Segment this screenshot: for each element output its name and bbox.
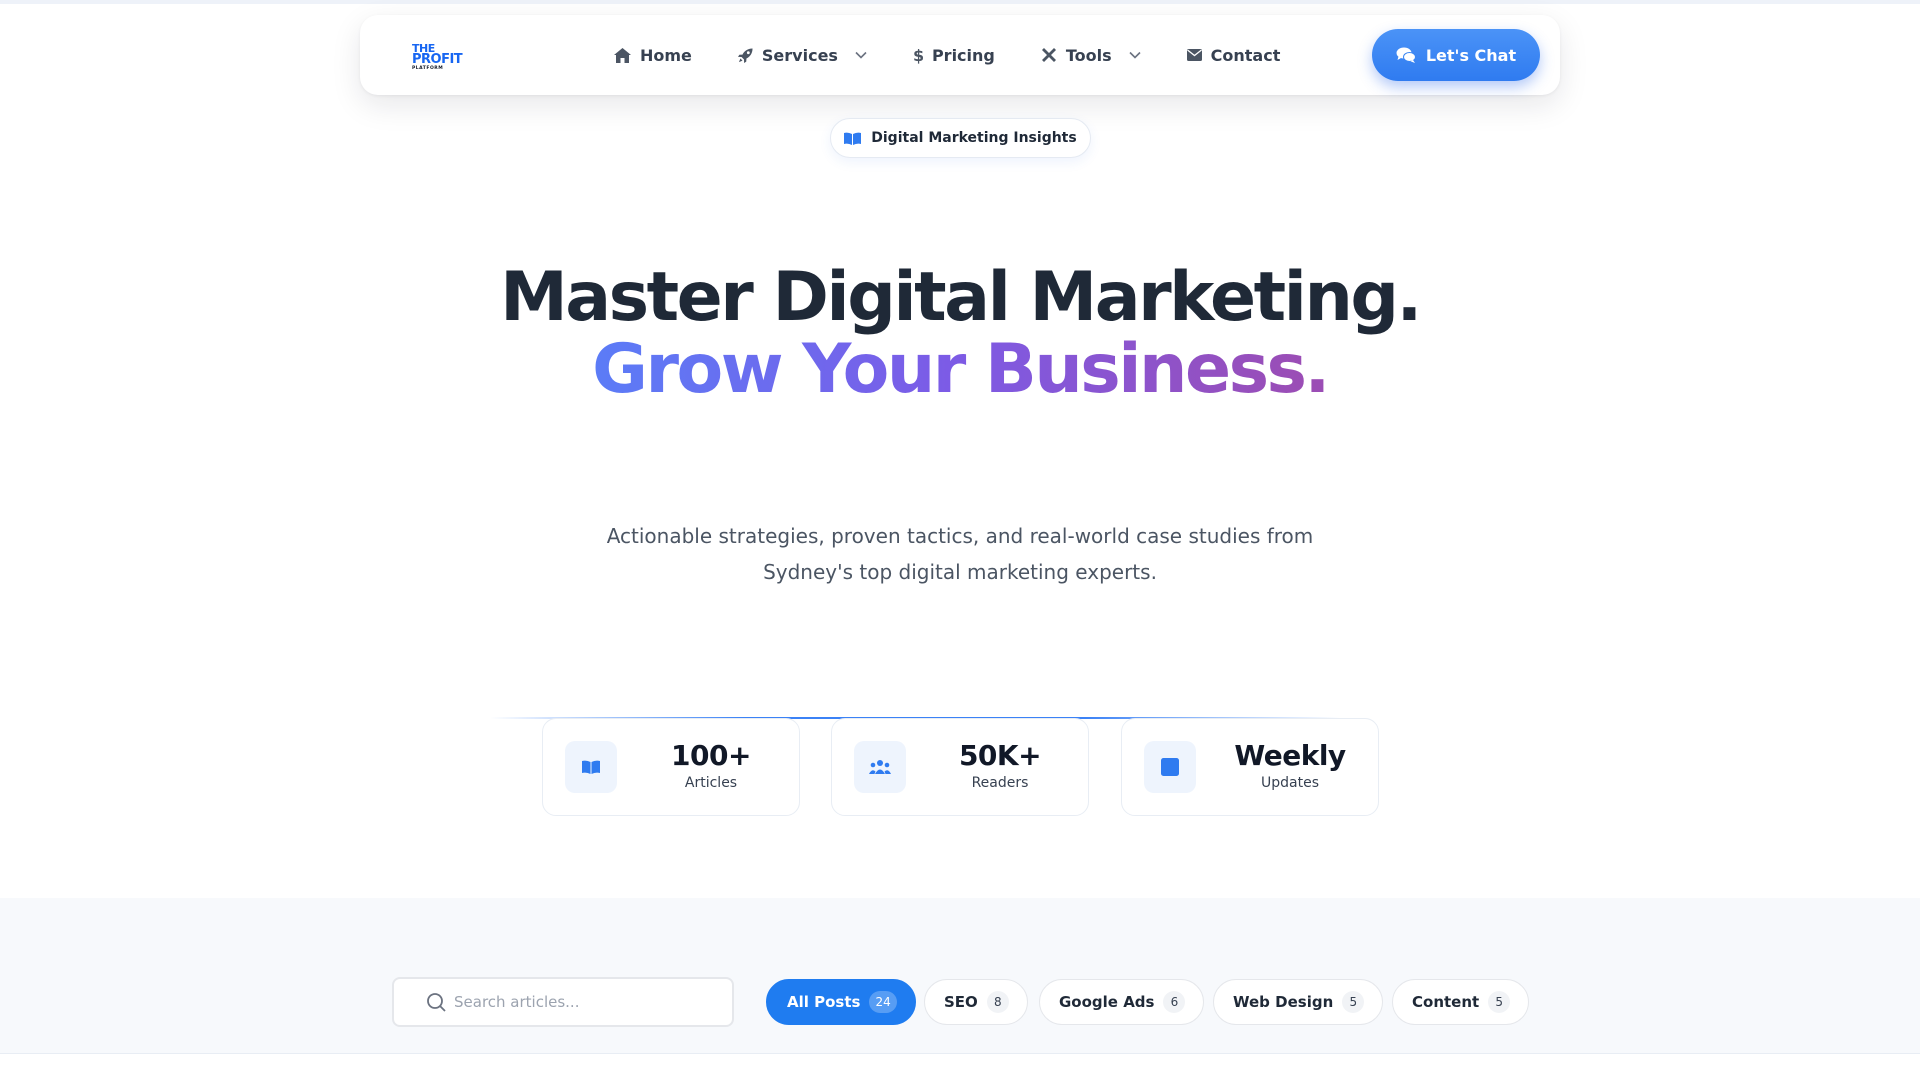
- chevron-down-icon[interactable]: [855, 51, 867, 59]
- nav-item-label: Services: [761, 45, 838, 65]
- hero-subtitle: Actionable strategies, proven tactics, a…: [560, 518, 1360, 590]
- tools-icon: [1041, 48, 1056, 62]
- calendar-icon: [1161, 758, 1179, 776]
- nav-menu: Home Services $ Pricing Tools Contact: [614, 15, 1280, 95]
- svg-text:$: $: [913, 47, 923, 64]
- search-box[interactable]: [392, 977, 734, 1027]
- chip-label: All Posts: [787, 993, 861, 1011]
- top-border: [0, 0, 1920, 4]
- nav-item-pricing[interactable]: $ Pricing: [913, 35, 995, 75]
- filter-chip-seo[interactable]: SEO 8: [924, 979, 1028, 1025]
- nav-item-home[interactable]: Home: [614, 35, 692, 75]
- chip-label: SEO: [944, 993, 978, 1011]
- stat-label: Articles: [684, 775, 738, 791]
- stat-icon-box: [854, 741, 906, 793]
- nav-item-tools[interactable]: Tools: [1041, 35, 1141, 75]
- rocket-icon: [737, 47, 753, 63]
- stat-value: Weekly: [1234, 739, 1346, 772]
- nav-item-contact[interactable]: Contact: [1186, 35, 1281, 75]
- filter-chip-web-design[interactable]: Web Design 5: [1213, 979, 1384, 1025]
- chip-label: Content: [1412, 993, 1480, 1011]
- nav-item-label: Tools: [1065, 45, 1112, 65]
- chip-count-badge: 24: [869, 991, 897, 1013]
- envelope-icon: [1186, 49, 1202, 61]
- dollar-icon: $: [913, 47, 923, 64]
- book-open-icon: [844, 132, 862, 145]
- chip-label: Web Design: [1233, 993, 1334, 1011]
- stat-value: 100+: [671, 739, 751, 772]
- hero-dot: .: [1304, 330, 1331, 409]
- filter-chip-google-ads[interactable]: Google Ads 6: [1039, 979, 1205, 1025]
- nav-item-label: Home: [640, 45, 692, 65]
- stat-value: 50K+: [958, 739, 1042, 772]
- stat-icon-box: [565, 741, 617, 793]
- stat-icon-box: [1144, 741, 1196, 793]
- nav-item-label: Pricing: [931, 45, 995, 65]
- search-input[interactable]: [454, 993, 714, 1011]
- badge-label: Digital Marketing Insights: [871, 130, 1077, 146]
- chip-count-badge: 5: [1342, 991, 1365, 1013]
- insights-badge: Digital Marketing Insights: [830, 118, 1091, 158]
- chip-count-badge: 8: [986, 991, 1009, 1013]
- chevron-down-icon[interactable]: [1129, 51, 1141, 59]
- stat-label: Readers: [971, 775, 1029, 791]
- logo-line-2: PROFIT: [412, 52, 463, 67]
- hero-subtitle-line-2: Sydney's top digital marketing experts.: [763, 560, 1157, 584]
- stat-card-articles: 100+ Articles: [542, 718, 800, 816]
- filter-chip-all-posts[interactable]: All Posts 24: [766, 979, 916, 1025]
- chip-label: Google Ads: [1059, 993, 1155, 1011]
- home-icon: [614, 47, 631, 63]
- stat-card-readers: 50K+ Readers: [831, 718, 1089, 816]
- logo-line-3: PLATFORM: [412, 66, 444, 71]
- search-icon: [427, 993, 446, 1012]
- hero-gradient-text: Grow Your Business: [592, 330, 1307, 409]
- stat-card-updates: Weekly Updates: [1121, 718, 1379, 816]
- hero-headline-accent: Grow Your Business.: [0, 330, 1920, 410]
- page: THE PROFIT PLATFORM Home Services $ Pric…: [0, 0, 1920, 1080]
- blog-filter-bar: All Posts 24 SEO 8 Google Ads 6 Web Desi…: [0, 898, 1920, 1054]
- hero-subtitle-line-1: Actionable strategies, proven tactics, a…: [606, 524, 1314, 548]
- navbar: THE PROFIT PLATFORM Home Services $ Pric…: [360, 15, 1560, 95]
- lets-chat-label: Let's Chat: [1425, 45, 1517, 65]
- book-icon: [582, 760, 600, 774]
- filter-chip-content[interactable]: Content 5: [1392, 979, 1530, 1025]
- nav-item-services[interactable]: Services: [737, 35, 867, 75]
- logo[interactable]: THE PROFIT PLATFORM: [412, 43, 468, 73]
- hero-headline: Master Digital Marketing.: [500, 258, 1422, 337]
- chip-count-badge: 6: [1163, 991, 1186, 1013]
- nav-item-label: Contact: [1210, 45, 1281, 65]
- chip-count-badge: 5: [1488, 991, 1511, 1013]
- users-icon: [869, 760, 891, 774]
- chat-bubbles-icon: [1396, 47, 1416, 63]
- lets-chat-button[interactable]: Let's Chat: [1372, 29, 1540, 81]
- stat-label: Updates: [1261, 775, 1319, 791]
